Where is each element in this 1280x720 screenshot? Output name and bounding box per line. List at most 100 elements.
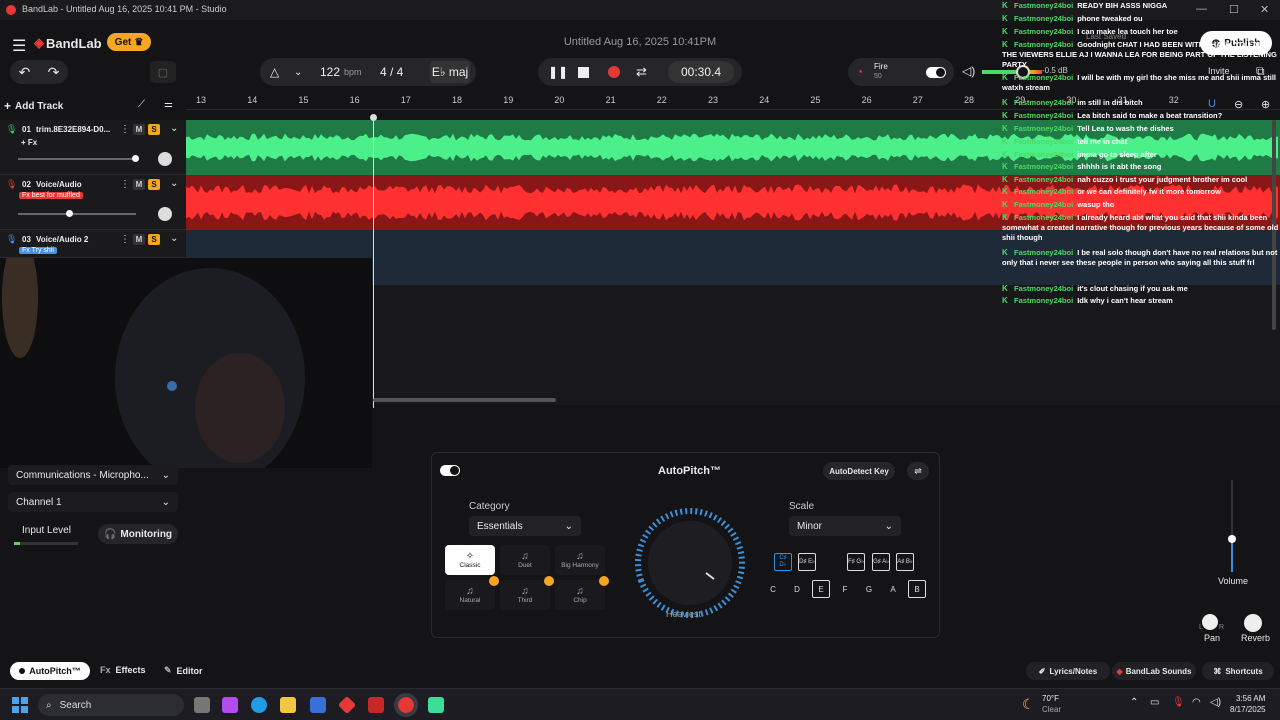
chevron-up-icon[interactable]: ⌃ xyxy=(1130,697,1138,708)
track-menu-icon[interactable]: ⋮ xyxy=(120,179,130,190)
mute-button[interactable]: M xyxy=(133,234,145,245)
pause-icon[interactable]: ❚❚ xyxy=(548,65,568,79)
solo-button[interactable]: S xyxy=(148,179,160,190)
tray-icon[interactable]: ▭ xyxy=(1150,697,1159,708)
track-expand-icon[interactable]: ⌄ xyxy=(170,178,178,189)
bandlab-logo[interactable]: ◈ BandLab xyxy=(34,35,102,51)
tab-autopitch[interactable]: AutoPitch™ xyxy=(10,662,90,680)
bandlab-sounds-button[interactable]: ◈ BandLab Sounds xyxy=(1112,662,1196,680)
pan-knob[interactable] xyxy=(1202,614,1218,630)
microphone-icon[interactable]: 🎙 xyxy=(1172,697,1185,708)
category-select[interactable]: Essentials ⌄ xyxy=(469,516,581,536)
track-volume-slider[interactable] xyxy=(18,210,136,217)
mute-button[interactable]: M xyxy=(133,179,145,190)
fx-badge[interactable]: Fx Try shii xyxy=(19,247,57,254)
volume-icon[interactable]: ◁) xyxy=(1210,697,1221,708)
key-natural[interactable]: B xyxy=(908,580,926,598)
track-settings-icon[interactable]: ⚌ xyxy=(164,99,173,110)
tempo-dropdown-icon[interactable]: ⌄ xyxy=(294,67,302,78)
autodetect-key-button[interactable]: AutoDetect Key xyxy=(823,462,895,480)
key-sharp[interactable]: A♯ B♭ xyxy=(896,553,914,571)
add-fx-button[interactable]: + Fx xyxy=(21,138,37,147)
redo-icon[interactable]: ↷ xyxy=(48,64,60,81)
reverb-knob[interactable] xyxy=(1244,614,1262,632)
taskbar-search[interactable]: ⌕ Search xyxy=(38,694,184,716)
preset-natural[interactable]: ♫ Natural xyxy=(445,576,499,610)
loop-icon[interactable]: ⇄ xyxy=(636,64,647,80)
key-natural[interactable]: A xyxy=(884,580,902,598)
track-name[interactable]: trim.8E32E894-D0... xyxy=(36,125,110,134)
track-header-1[interactable]: 🎙 01 trim.8E32E894-D0... + Fx ⋮ M S ⌄ xyxy=(0,120,186,175)
preset-chip[interactable]: ♫ Chip xyxy=(555,576,609,610)
automation-icon[interactable]: ⟋ xyxy=(138,99,145,110)
mute-button[interactable]: M xyxy=(133,124,145,135)
app-icon[interactable] xyxy=(337,695,357,715)
metronome-icon[interactable]: △ xyxy=(270,65,279,79)
time-signature[interactable]: 4 / 4 xyxy=(380,65,403,79)
track-header-2[interactable]: 🎙 02 Voice/Audio Fx best for muffled ⋮ M… xyxy=(0,175,186,230)
edit-tool-icon[interactable]: ▢ xyxy=(150,61,176,83)
shortcuts-button[interactable]: ⌘ Shortcuts xyxy=(1202,662,1274,680)
file-explorer-icon[interactable] xyxy=(280,697,296,713)
key-sharp[interactable]: F♯ G♭ xyxy=(847,553,865,571)
menu-icon[interactable]: ☰ xyxy=(12,36,26,56)
app2-icon[interactable] xyxy=(428,697,444,713)
lyrics-notes-button[interactable]: ✐ Lyrics/Notes xyxy=(1026,662,1110,680)
track-name[interactable]: Voice/Audio xyxy=(36,180,82,189)
key-sharp[interactable]: C♯ D♭ xyxy=(774,553,792,571)
track-pan-knob[interactable] xyxy=(158,207,172,221)
store-icon[interactable] xyxy=(310,697,326,713)
preset-toggle[interactable] xyxy=(926,66,946,78)
get-membership-button[interactable]: Get ♛ xyxy=(107,33,151,51)
track-menu-icon[interactable]: ⋮ xyxy=(120,124,130,135)
speaker-icon[interactable]: ◁) xyxy=(962,64,975,78)
preset-name[interactable]: Fire xyxy=(874,62,888,71)
preset-big-harmony[interactable]: ♫ Big Harmony xyxy=(555,545,605,575)
windows-start-icon[interactable] xyxy=(12,697,28,713)
track-expand-icon[interactable]: ⌄ xyxy=(170,123,178,134)
key-natural[interactable]: F xyxy=(836,580,854,598)
monitoring-button[interactable]: 🎧 Monitoring xyxy=(98,524,178,544)
preset-third[interactable]: ♫ Third xyxy=(500,576,554,610)
track-header-3[interactable]: 🎙 03 Voice/Audio 2 Fx Try shii ⋮ M S ⌄ xyxy=(0,230,186,258)
undo-icon[interactable]: ↶ xyxy=(19,64,31,81)
task-view-icon[interactable] xyxy=(194,697,210,713)
autopitch-toggle[interactable] xyxy=(440,465,460,476)
track-name[interactable]: Voice/Audio 2 xyxy=(36,235,88,244)
key-sharp[interactable]: G♯ A♭ xyxy=(872,553,890,571)
tab-editor[interactable]: ✎ Editor xyxy=(164,665,203,676)
key-natural[interactable]: G xyxy=(860,580,878,598)
add-track-button[interactable]: + Add Track xyxy=(4,97,80,115)
key-sharp[interactable]: D♯ E♭ xyxy=(798,553,816,571)
track-volume-slider[interactable] xyxy=(18,155,139,162)
tab-effects[interactable]: Fx Effects xyxy=(100,665,146,675)
preset-duet[interactable]: ♫ Duet xyxy=(500,545,550,575)
track-menu-icon[interactable]: ⋮ xyxy=(120,234,130,245)
autopitch-dial[interactable] xyxy=(632,505,748,621)
bpm-value[interactable]: 122 xyxy=(320,65,340,79)
input-device-select[interactable]: Communications - Micropho... ⌄ xyxy=(8,465,178,485)
key-selector[interactable]: E♭ maj xyxy=(430,61,470,83)
playhead-handle[interactable] xyxy=(370,114,377,121)
track-expand-icon[interactable]: ⌄ xyxy=(170,233,178,244)
fx-badge[interactable]: Fx best for muffled xyxy=(19,192,83,199)
bandlab-taskbar-icon[interactable] xyxy=(394,693,418,717)
wifi-icon[interactable]: ◠ xyxy=(1192,697,1201,708)
key-natural[interactable]: E xyxy=(812,580,830,598)
track-pan-knob[interactable] xyxy=(158,152,172,166)
volume-fader[interactable] xyxy=(1215,480,1249,572)
channel-select[interactable]: Channel 1 ⌄ xyxy=(8,492,178,512)
solo-button[interactable]: S xyxy=(148,234,160,245)
scale-select[interactable]: Minor ⌄ xyxy=(789,516,901,536)
stop-icon[interactable] xyxy=(578,66,589,78)
copilot-icon[interactable] xyxy=(222,697,238,713)
playhead[interactable] xyxy=(373,118,374,408)
settings-sliders-icon[interactable]: ⇌ xyxy=(907,462,929,480)
edge-icon[interactable] xyxy=(251,697,267,713)
horizontal-scrollbar[interactable] xyxy=(373,398,556,402)
key-natural[interactable]: C xyxy=(764,580,782,598)
solo-button[interactable]: S xyxy=(148,124,160,135)
key-natural[interactable]: D xyxy=(788,580,806,598)
mcafee-icon[interactable] xyxy=(368,697,384,713)
preset-classic[interactable]: ✧ Classic xyxy=(445,545,495,575)
